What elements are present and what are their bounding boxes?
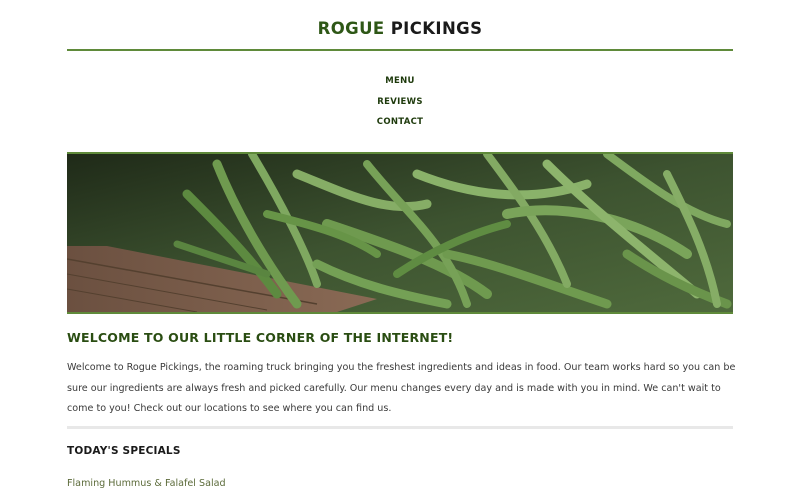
hero-image [67, 152, 733, 314]
nav-item-menu[interactable]: MENU [67, 75, 733, 96]
nav-item-contact[interactable]: CONTACT [67, 116, 733, 137]
specials-heading: TODAY'S SPECIALS [67, 445, 181, 457]
nav-item-reviews[interactable]: REVIEWS [67, 96, 733, 117]
site-title-accent: ROGUE [317, 19, 385, 38]
site-title-rest: PICKINGS [384, 19, 483, 38]
welcome-heading: WELCOME TO OUR LITTLE CORNER OF THE INTE… [67, 330, 454, 345]
green-beans-photo-icon [67, 154, 733, 312]
main-nav: MENU REVIEWS CONTACT [67, 75, 733, 137]
welcome-body: Welcome to Rogue Pickings, the roaming t… [67, 362, 736, 414]
site-title[interactable]: ROGUE PICKINGS [67, 19, 733, 38]
header-divider [67, 49, 733, 51]
section-divider [67, 426, 733, 429]
special-item: Flaming Hummus & Falafel Salad [67, 478, 226, 489]
page: ROGUE PICKINGS MENU REVIEWS CONTACT WELC… [0, 0, 800, 500]
